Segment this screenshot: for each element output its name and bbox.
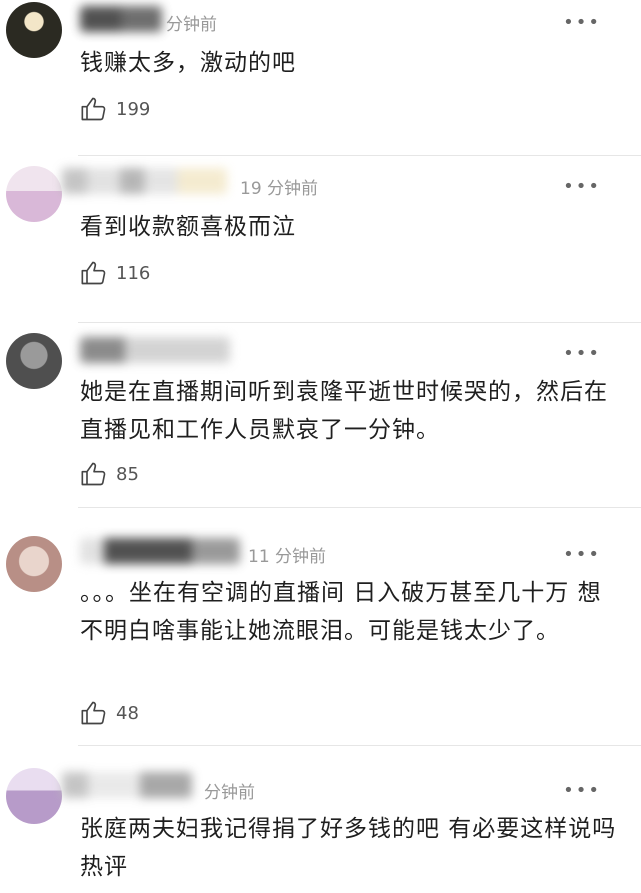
comment-2: 19 分钟前 ••• 看到收款额喜极而泣 116 bbox=[0, 156, 641, 322]
username-blurred[interactable] bbox=[62, 772, 192, 798]
username-blurred[interactable] bbox=[80, 538, 240, 564]
comment-text: 张庭两夫妇我记得捐了好多钱的吧 有必要这样说吗热评 bbox=[80, 816, 617, 880]
like-button[interactable]: 199 bbox=[80, 94, 150, 124]
avatar[interactable] bbox=[6, 536, 62, 592]
like-button[interactable]: 85 bbox=[80, 459, 139, 489]
comment-time: 分钟前 bbox=[204, 783, 255, 803]
more-options-button[interactable]: ••• bbox=[563, 178, 601, 196]
more-options-button[interactable]: ••• bbox=[563, 14, 601, 32]
avatar[interactable] bbox=[6, 768, 62, 824]
more-options-button[interactable]: ••• bbox=[563, 782, 601, 800]
thumbs-up-icon bbox=[81, 261, 106, 285]
like-count: 85 bbox=[116, 463, 139, 485]
avatar[interactable] bbox=[6, 333, 62, 389]
comment-4: 11 分钟前 ••• 。。。坐在有空调的直播间 日入破万甚至几十万 想不明白啥事… bbox=[0, 508, 641, 745]
comment-text: 看到收款额喜极而泣 bbox=[80, 214, 296, 240]
comment-time: 11 分钟前 bbox=[248, 547, 327, 567]
like-count: 48 bbox=[116, 702, 139, 724]
like-count: 116 bbox=[116, 262, 151, 284]
comment-time: 分钟前 bbox=[166, 15, 217, 35]
username-blurred[interactable] bbox=[80, 6, 162, 32]
like-count: 199 bbox=[116, 98, 151, 120]
thumbs-up-icon bbox=[81, 97, 106, 121]
comment-text: 钱赚太多，激动的吧 bbox=[80, 50, 296, 76]
comment-3: ••• 她是在直播期间听到袁隆平逝世时候哭的，然后在直播见和工作人员默哀了一分钟… bbox=[0, 323, 641, 506]
avatar[interactable] bbox=[6, 2, 62, 58]
thumbs-up-icon bbox=[81, 462, 106, 486]
comment-text: 。。。坐在有空调的直播间 日入破万甚至几十万 想不明白啥事能让她流眼泪。可能是钱… bbox=[80, 580, 602, 644]
like-button[interactable]: 48 bbox=[80, 698, 139, 728]
comment-text: 她是在直播期间听到袁隆平逝世时候哭的，然后在直播见和工作人员默哀了一分钟。 bbox=[80, 379, 608, 443]
username-blurred[interactable] bbox=[62, 168, 227, 194]
thumbs-up-icon bbox=[81, 701, 106, 725]
comment-time: 19 分钟前 bbox=[240, 179, 319, 199]
avatar[interactable] bbox=[6, 166, 62, 222]
comment-1: 分钟前 ••• 钱赚太多，激动的吧 199 bbox=[0, 0, 641, 155]
username-blurred[interactable] bbox=[80, 337, 230, 363]
more-options-button[interactable]: ••• bbox=[563, 345, 601, 363]
comment-5: 分钟前 ••• 张庭两夫妇我记得捐了好多钱的吧 有必要这样说吗热评 bbox=[0, 746, 641, 893]
like-button[interactable]: 116 bbox=[80, 258, 150, 288]
more-options-button[interactable]: ••• bbox=[563, 546, 601, 564]
